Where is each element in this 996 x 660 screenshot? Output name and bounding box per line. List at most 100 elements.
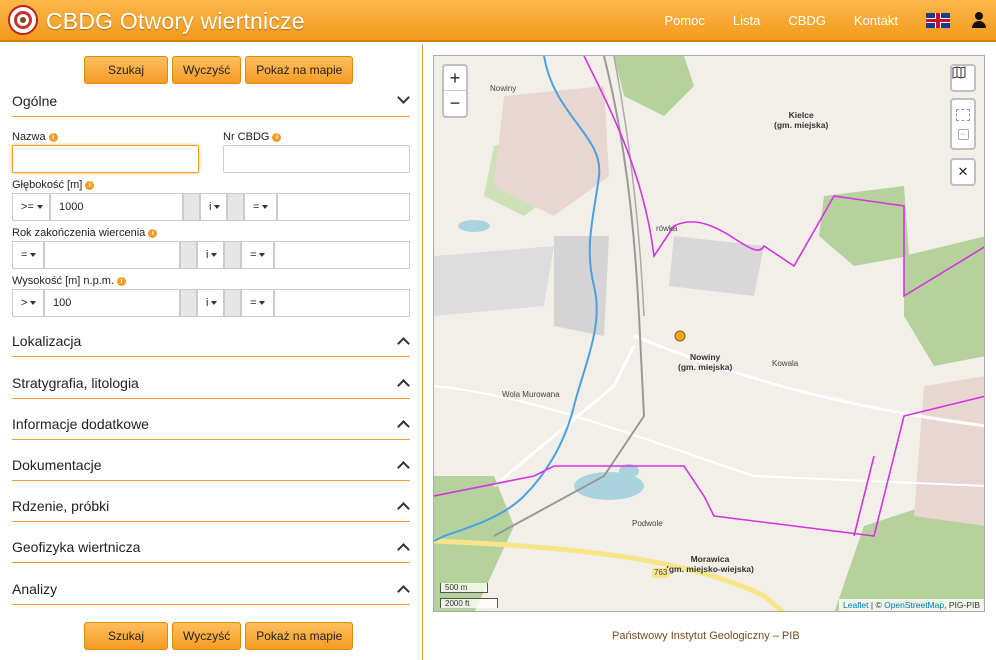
- map-label-nowiny: Nowiny (gm. miejska): [678, 352, 733, 372]
- name-input[interactable]: [12, 145, 199, 173]
- pig-logo-icon[interactable]: [8, 5, 38, 35]
- section-cores[interactable]: Rdzenie, próbki: [12, 492, 410, 522]
- top-button-row: Szukaj Wyczyść Pokaż na mapie: [84, 56, 354, 84]
- chevron-up-icon: [397, 420, 410, 433]
- main-nav: Pomoc Lista CBDG Kontakt: [664, 0, 996, 40]
- nav-contact[interactable]: Kontakt: [854, 13, 898, 28]
- nav-list[interactable]: Lista: [733, 13, 760, 28]
- map-attribution: Leaflet | © OpenStreetMap, PIG-PIB: [838, 599, 984, 611]
- cbdg-label: Nr CBDG i: [223, 131, 282, 143]
- year-value2-input[interactable]: [274, 241, 410, 269]
- attribution-rest: , PIG-PIB: [944, 600, 980, 610]
- nav-cbdg[interactable]: CBDG: [788, 13, 826, 28]
- scale-bar-metric: 500 m: [440, 583, 488, 593]
- clear-button[interactable]: Wyczyść: [172, 622, 242, 650]
- section-title: Geofizyka wiertnicza: [12, 539, 141, 555]
- bottom-button-row: Szukaj Wyczyść Pokaż na mapie: [84, 622, 354, 650]
- panel-divider: [422, 44, 423, 660]
- info-icon[interactable]: i: [148, 229, 158, 238]
- map-tiles: [434, 56, 984, 611]
- map-label-podwole: Podwole: [632, 519, 663, 528]
- info-icon[interactable]: i: [272, 133, 282, 142]
- section-title: Informacje dodatkowe: [12, 416, 149, 432]
- chevron-up-icon: [397, 461, 410, 474]
- map-label-wola-murowana: Wola Murowana: [502, 390, 560, 399]
- map-icon: [952, 66, 966, 79]
- section-stratigraphy[interactable]: Stratygrafia, litologia: [12, 369, 410, 399]
- chevron-up-icon: [397, 585, 410, 598]
- search-button[interactable]: Szukaj: [84, 622, 168, 650]
- cbdg-input[interactable]: [223, 145, 410, 173]
- section-analyses[interactable]: Analizy: [12, 575, 410, 605]
- draw-toolbar: −: [950, 98, 976, 150]
- top-bar: CBDG Otwory wiertnicze Pomoc Lista CBDG …: [0, 0, 996, 42]
- map-view[interactable]: + − − ✕ Nowiny Kielce (gm. miejska) rówka…: [433, 55, 985, 612]
- user-icon[interactable]: [972, 12, 986, 28]
- show-on-map-button[interactable]: Pokaż na mapie: [245, 56, 354, 84]
- search-button[interactable]: Szukaj: [84, 56, 168, 84]
- year-value-input[interactable]: [44, 241, 180, 269]
- map-label-kielce: Kielce (gm. miejska): [774, 110, 829, 130]
- info-icon[interactable]: i: [85, 181, 95, 190]
- height-logic-select[interactable]: i: [197, 289, 224, 317]
- footer-text: Państwowy Instytut Geologiczny – PIB: [612, 630, 800, 642]
- height-operator2-select[interactable]: =: [241, 289, 274, 317]
- chevron-up-icon: [397, 543, 410, 556]
- osm-link[interactable]: OpenStreetMap: [884, 600, 944, 610]
- height-value-input[interactable]: 100: [44, 289, 180, 317]
- info-icon[interactable]: i: [48, 133, 58, 142]
- year-operator-select[interactable]: =: [12, 241, 44, 269]
- name-label: Nazwa i: [12, 131, 58, 143]
- section-title: Dokumentacje: [12, 457, 102, 473]
- depth-value-input[interactable]: 1000: [50, 193, 183, 221]
- show-on-map-button[interactable]: Pokaż na mapie: [245, 622, 354, 650]
- nav-help[interactable]: Pomoc: [664, 13, 704, 28]
- depth-logic-select[interactable]: i: [200, 193, 227, 221]
- zoom-in-button[interactable]: +: [444, 66, 466, 91]
- height-spacer: [180, 289, 197, 317]
- app-title[interactable]: CBDG Otwory wiertnicze: [46, 8, 305, 35]
- uk-flag-icon[interactable]: [926, 12, 950, 28]
- leaflet-link[interactable]: Leaflet: [843, 600, 869, 610]
- year-label: Rok zakończenia wiercenia i: [12, 227, 158, 239]
- year-logic-select[interactable]: i: [197, 241, 224, 269]
- info-icon[interactable]: i: [116, 277, 126, 286]
- section-geophysics[interactable]: Geofizyka wiertnicza: [12, 533, 410, 563]
- section-title: Lokalizacja: [12, 333, 82, 349]
- depth-operator-select[interactable]: >=: [12, 193, 50, 221]
- height-operator-select[interactable]: >: [12, 289, 44, 317]
- chevron-down-icon: [397, 91, 410, 104]
- section-general-title: Ogólne: [12, 93, 58, 109]
- map-label-street: rówka: [656, 224, 678, 233]
- delete-shape-icon[interactable]: −: [957, 128, 969, 140]
- section-documents[interactable]: Dokumentacje: [12, 451, 410, 481]
- basemap-layers-button[interactable]: [950, 64, 976, 92]
- section-title: Stratygrafia, litologia: [12, 375, 139, 391]
- chevron-up-icon: [397, 502, 410, 515]
- depth-operator2-select[interactable]: =: [244, 193, 277, 221]
- draw-rectangle-icon[interactable]: [956, 108, 970, 121]
- road-number-badge: 763: [652, 568, 670, 578]
- section-localization[interactable]: Lokalizacja: [12, 327, 410, 357]
- map-label-nowiny-north: Nowiny: [490, 84, 517, 93]
- depth-spacer-2: [227, 193, 244, 221]
- year-operator2-select[interactable]: =: [241, 241, 274, 269]
- height-spacer-2: [224, 289, 241, 317]
- chevron-up-icon: [397, 379, 410, 392]
- year-spacer-2: [224, 241, 241, 269]
- section-title: Rdzenie, próbki: [12, 498, 110, 514]
- depth-spacer: [183, 193, 200, 221]
- attribution-separator: | ©: [868, 600, 885, 610]
- zoom-out-button[interactable]: −: [444, 91, 466, 116]
- height-value2-input[interactable]: [274, 289, 410, 317]
- clear-button[interactable]: Wyczyść: [172, 56, 242, 84]
- depth-value2-input[interactable]: [277, 193, 410, 221]
- section-title: Analizy: [12, 581, 58, 597]
- close-icon[interactable]: ✕: [950, 158, 976, 186]
- height-label: Wysokość [m] n.p.m. i: [12, 275, 126, 287]
- zoom-control: + −: [442, 64, 468, 118]
- section-additional-info[interactable]: Informacje dodatkowe: [12, 410, 410, 440]
- map-label-kowala: Kowala: [772, 359, 799, 368]
- map-label-morawica: Morawica (gm. miejsko-wiejska): [666, 554, 754, 574]
- section-general[interactable]: Ogólne: [12, 87, 410, 117]
